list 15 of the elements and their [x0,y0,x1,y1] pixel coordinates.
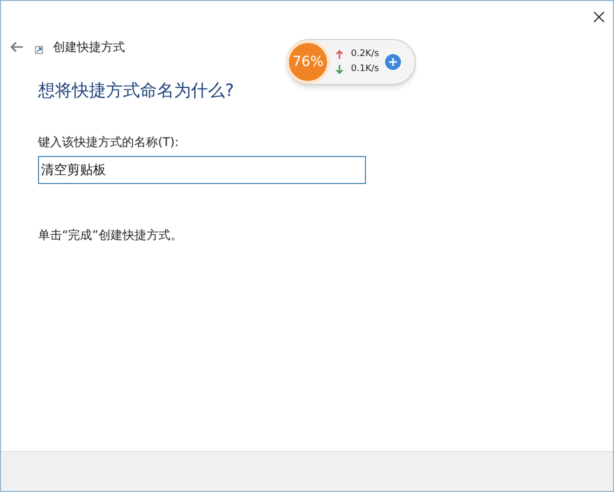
back-arrow-icon [10,41,24,53]
hint-text: 单击“完成”创建快捷方式。 [38,226,182,244]
download-arrow-icon [336,65,343,74]
download-speed: 0.1K/s [351,63,379,76]
upload-arrow-icon [336,50,343,59]
close-icon [593,11,605,23]
plus-icon [388,58,397,66]
plus-button[interactable] [384,53,402,71]
name-field[interactable]: 清空剪贴板 [38,156,366,184]
field-label: 键入该快捷方式的名称(T): [38,134,179,150]
upload-speed: 0.2K/s [351,48,379,60]
shortcut-icon [35,46,43,54]
window-title: 创建快捷方式 [53,39,125,56]
back-button[interactable] [9,39,25,55]
page-heading: 想将快捷方式命名为什么? [38,80,234,103]
